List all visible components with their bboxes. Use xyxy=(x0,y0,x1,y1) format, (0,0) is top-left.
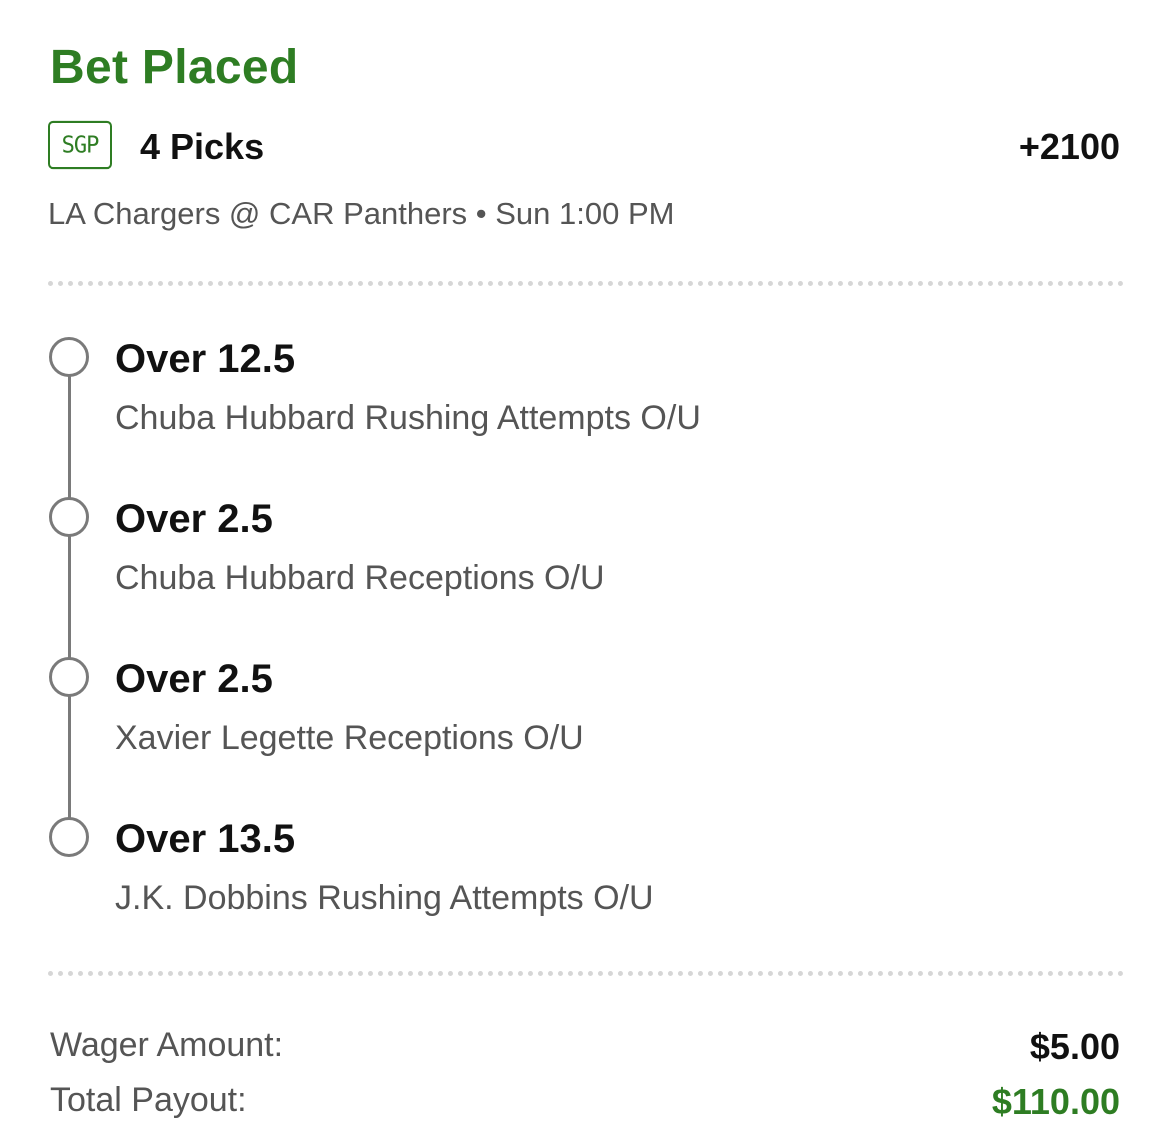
wager-value: $5.00 xyxy=(1029,1026,1120,1067)
divider xyxy=(48,281,1124,286)
leg-selection: Over 2.5 xyxy=(115,657,273,701)
leg-selection: Over 13.5 xyxy=(115,817,296,861)
bet-receipt-card: Bet Placed SGP 4 Picks +2100 LA Chargers… xyxy=(48,0,1124,1133)
leg-selection: Over 12.5 xyxy=(115,337,296,381)
sgp-badge: SGP xyxy=(48,120,112,170)
divider xyxy=(48,971,1124,976)
wager-label: Wager Amount: xyxy=(50,1026,284,1064)
open-circle-icon xyxy=(49,337,89,377)
leg-item: Over 12.5 Chuba Hubbard Rushing Attempts… xyxy=(48,337,1048,467)
bet-status-title: Bet Placed xyxy=(50,41,299,94)
bet-header-row: SGP 4 Picks +2100 xyxy=(48,120,1120,174)
leg-market: Xavier Legette Receptions O/U xyxy=(115,719,584,757)
payout-row: Total Payout: $110.00 xyxy=(48,1081,1120,1125)
wager-row: Wager Amount: $5.00 xyxy=(48,1026,1120,1070)
payout-label: Total Payout: xyxy=(50,1081,247,1119)
leg-item: Over 13.5 J.K. Dobbins Rushing Attempts … xyxy=(48,817,1048,947)
open-circle-icon xyxy=(49,657,89,697)
leg-market: Chuba Hubbard Receptions O/U xyxy=(115,559,605,597)
open-circle-icon xyxy=(49,817,89,857)
leg-market: J.K. Dobbins Rushing Attempts O/U xyxy=(115,879,654,917)
bet-odds: +2100 xyxy=(1018,126,1120,167)
open-circle-icon xyxy=(49,497,89,537)
picks-count-label: 4 Picks xyxy=(140,126,265,167)
leg-item: Over 2.5 Xavier Legette Receptions O/U xyxy=(48,657,1048,787)
game-info: LA Chargers @ CAR Panthers • Sun 1:00 PM xyxy=(48,196,675,231)
leg-selection: Over 2.5 xyxy=(115,497,273,541)
leg-item: Over 2.5 Chuba Hubbard Receptions O/U xyxy=(48,497,1048,627)
leg-market: Chuba Hubbard Rushing Attempts O/U xyxy=(115,399,701,437)
payout-value: $110.00 xyxy=(991,1081,1120,1122)
